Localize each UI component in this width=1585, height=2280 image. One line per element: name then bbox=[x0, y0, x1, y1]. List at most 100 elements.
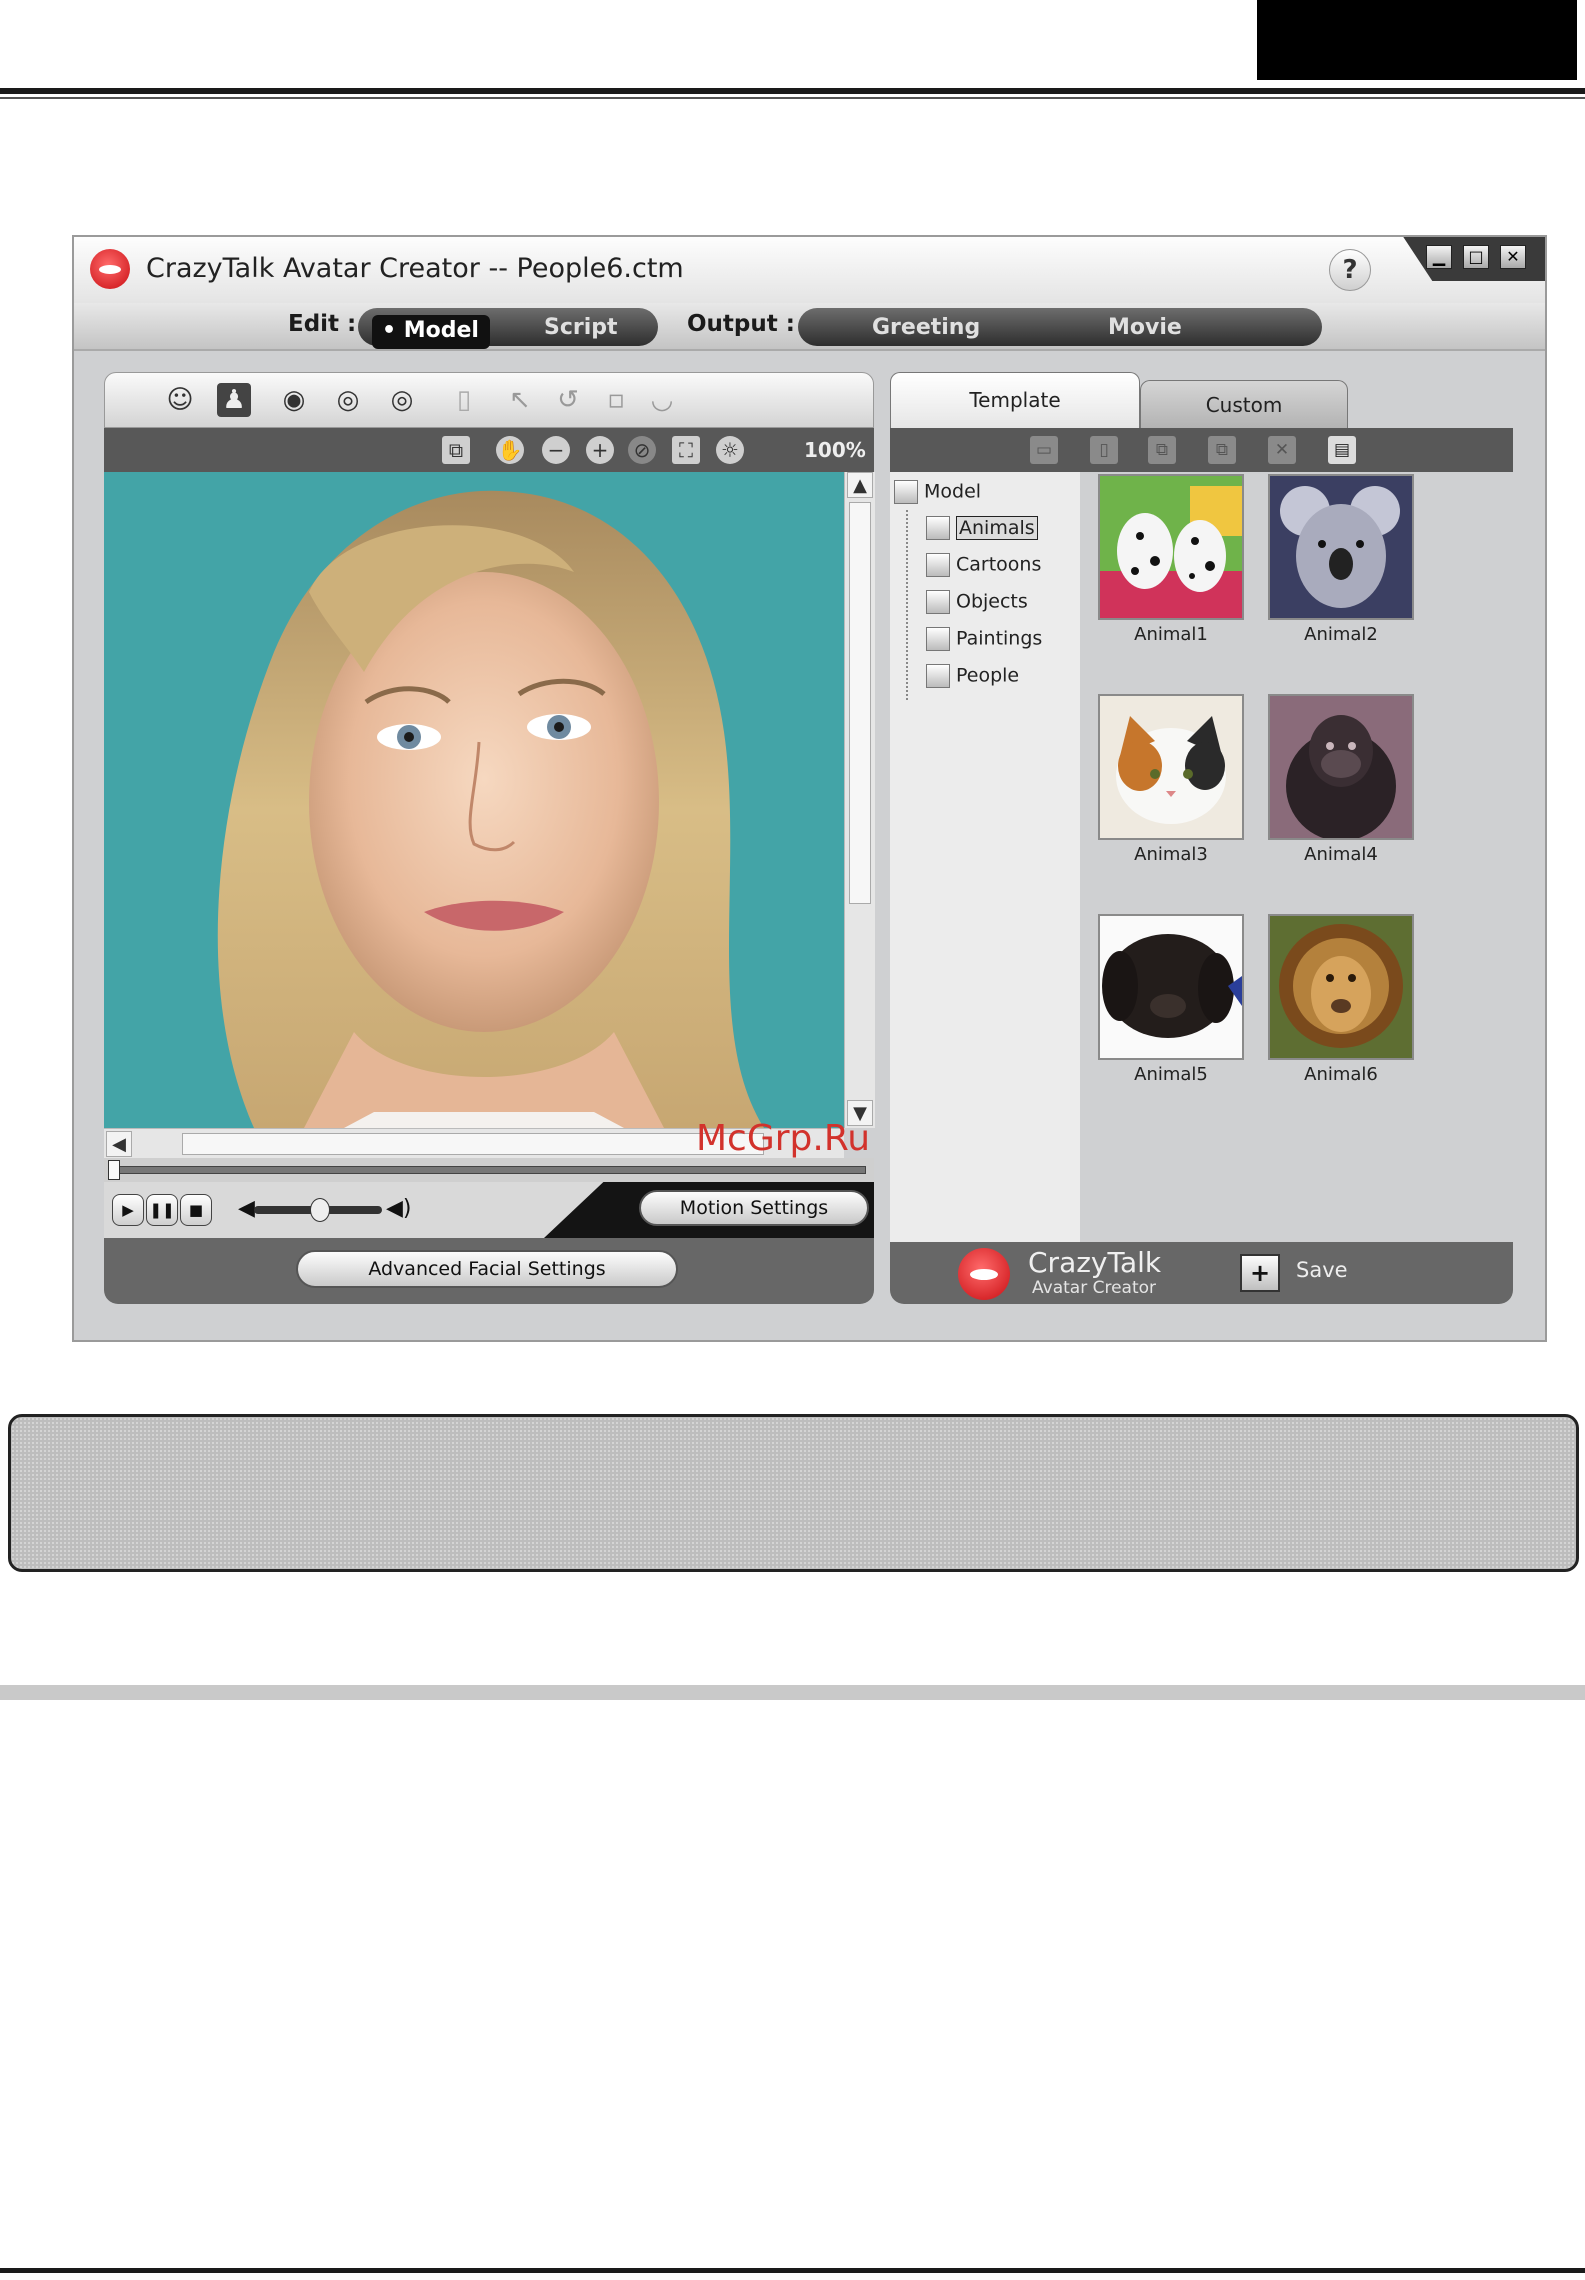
tree-item-label: People bbox=[956, 664, 1020, 687]
scroll-left-icon[interactable]: ◀ bbox=[106, 1131, 132, 1157]
tree-item-people[interactable]: People bbox=[926, 664, 1019, 688]
library-toolbar: ▭ ▯ ⧉ ⧉ ✕ ▤ bbox=[890, 428, 1513, 472]
zoom-in-icon[interactable]: + bbox=[586, 436, 614, 464]
header-rule bbox=[0, 88, 1585, 94]
actual-size-icon[interactable]: ☼ bbox=[716, 436, 744, 464]
page-icon[interactable]: ▯ bbox=[447, 383, 481, 417]
delete-icon[interactable]: ✕ bbox=[1268, 436, 1296, 464]
zoom-out-icon[interactable]: − bbox=[542, 436, 570, 464]
folder-icon bbox=[926, 590, 950, 614]
motion-settings-button[interactable]: Motion Settings bbox=[639, 1190, 869, 1226]
thumbnail-animal5[interactable] bbox=[1098, 914, 1244, 1060]
rotate-icon[interactable]: ↺ bbox=[551, 383, 585, 417]
thumbnail-label: Animal4 bbox=[1304, 844, 1378, 865]
mouth-icon[interactable]: ◡ bbox=[645, 383, 679, 417]
right-panel-footer: CrazyTalk Avatar Creator + Save bbox=[890, 1242, 1513, 1304]
close-button[interactable]: ✕ bbox=[1500, 245, 1526, 269]
volume-high-icon: ◀) bbox=[386, 1196, 412, 1221]
portrait-image bbox=[104, 472, 844, 1128]
tree-item-label: Animals bbox=[956, 515, 1038, 540]
save-button[interactable]: Save bbox=[1296, 1258, 1348, 1282]
thumbnail-label: Animal2 bbox=[1304, 624, 1378, 645]
thumbnail-animal3[interactable] bbox=[1098, 694, 1244, 840]
pointer-icon[interactable]: ↖ bbox=[503, 383, 537, 417]
thumbnail-animal1[interactable] bbox=[1098, 474, 1244, 620]
fit-window-icon[interactable]: ⧉ bbox=[442, 436, 470, 464]
window-title: CrazyTalk Avatar Creator -- People6.ctm bbox=[146, 253, 684, 284]
eye-icon[interactable]: ◉ bbox=[277, 383, 311, 417]
volume-knob[interactable] bbox=[310, 1198, 330, 1222]
folder-icon bbox=[926, 664, 950, 688]
title-bar: CrazyTalk Avatar Creator -- People6.ctm … bbox=[74, 237, 1545, 303]
timeline-knob[interactable] bbox=[108, 1160, 120, 1180]
maximize-button[interactable]: □ bbox=[1463, 245, 1489, 269]
play-button[interactable]: ▶ bbox=[112, 1194, 144, 1226]
view-mode-icon[interactable]: ▤ bbox=[1328, 436, 1356, 464]
timeline-track[interactable] bbox=[114, 1166, 866, 1174]
left-panel-footer: Advanced Facial Settings bbox=[104, 1238, 874, 1304]
thumbnail-label: Animal1 bbox=[1134, 624, 1208, 645]
output-label: Output : bbox=[687, 311, 795, 337]
model-photo[interactable] bbox=[104, 472, 844, 1128]
tab-custom[interactable]: Custom bbox=[1140, 380, 1348, 428]
tree-item-paintings[interactable]: Paintings bbox=[926, 627, 1042, 651]
zoom-toolbar: ⧉ ✋ − + ⊘ ⛶ ☼ 100% bbox=[104, 428, 874, 472]
thumbnail-label: Animal6 bbox=[1304, 1064, 1378, 1085]
mask-icon[interactable]: ▫ bbox=[599, 383, 633, 417]
tree-item-animals[interactable]: Animals bbox=[926, 515, 1038, 540]
dalmatians-image bbox=[1100, 476, 1242, 618]
horizontal-scroll-thumb[interactable] bbox=[182, 1133, 764, 1155]
eye-detail-icon[interactable]: ◎ bbox=[331, 383, 365, 417]
model-button[interactable]: • Model bbox=[372, 315, 490, 349]
vertical-scroll-thumb[interactable] bbox=[849, 502, 871, 904]
fit-image-icon[interactable]: ⛶ bbox=[672, 436, 700, 464]
crazytalk-logo-icon bbox=[958, 1248, 1010, 1300]
category-tree: Model Animals Cartoons Objects Paintings… bbox=[890, 472, 1080, 1242]
edit-mode-group: • Model Script bbox=[358, 308, 658, 349]
advanced-facial-settings-button[interactable]: Advanced Facial Settings bbox=[296, 1250, 678, 1288]
tree-connector bbox=[906, 510, 910, 700]
reset-zoom-icon[interactable]: ⊘ bbox=[628, 436, 656, 464]
greeting-button[interactable]: Greeting bbox=[872, 315, 980, 340]
template-grid: Animal1 Animal2 Animal3 Animal4 Animal5 … bbox=[1080, 472, 1513, 1242]
copy-icon[interactable]: ⧉ bbox=[1148, 436, 1176, 464]
paste-icon[interactable]: ⧉ bbox=[1208, 436, 1236, 464]
stop-button[interactable]: ■ bbox=[180, 1194, 212, 1226]
watermark-text: McGrp.Ru bbox=[696, 1118, 871, 1159]
eye-lash-icon[interactable]: ◎ bbox=[385, 383, 419, 417]
movie-button[interactable]: Movie bbox=[1108, 315, 1182, 340]
scroll-up-icon[interactable]: ▲ bbox=[847, 472, 873, 498]
tree-item-cartoons[interactable]: Cartoons bbox=[926, 553, 1041, 577]
calico-cat-image bbox=[1100, 696, 1242, 838]
thumbnail-animal2[interactable] bbox=[1268, 474, 1414, 620]
pause-button[interactable]: ❚❚ bbox=[146, 1194, 178, 1226]
folder-icon bbox=[926, 627, 950, 651]
thumbnail-label: Animal3 bbox=[1134, 844, 1208, 865]
section-divider bbox=[0, 1685, 1585, 1700]
help-button[interactable]: ? bbox=[1329, 249, 1371, 291]
minimize-button[interactable]: ▁ bbox=[1426, 245, 1452, 269]
save-icon[interactable]: + bbox=[1240, 1254, 1280, 1292]
script-button[interactable]: Script bbox=[544, 315, 618, 340]
tab-template[interactable]: Template bbox=[890, 372, 1140, 428]
zoom-level: 100% bbox=[804, 438, 866, 462]
tree-root[interactable]: Model bbox=[894, 480, 981, 504]
fitting-toolbar: ☺ ♟ ◉ ◎ ◎ ▯ ↖ ↺ ▫ ◡ bbox=[104, 372, 874, 428]
gorilla-image bbox=[1270, 696, 1412, 838]
open-folder-icon[interactable]: ▭ bbox=[1030, 436, 1058, 464]
page-corner-tab bbox=[1257, 0, 1577, 80]
face-fit-icon[interactable]: ☺ bbox=[163, 383, 197, 417]
tree-item-label: Cartoons bbox=[956, 553, 1042, 576]
note-box bbox=[8, 1414, 1579, 1572]
thumbnail-label: Animal5 bbox=[1134, 1064, 1208, 1085]
playback-controls: ▶ ❚❚ ■ ◀ ◀) Motion Settings bbox=[104, 1182, 874, 1238]
vertical-scrollbar[interactable]: ▲ ▼ bbox=[844, 472, 875, 1128]
thumbnail-animal6[interactable] bbox=[1268, 914, 1414, 1060]
tree-item-objects[interactable]: Objects bbox=[926, 590, 1028, 614]
hand-pan-icon[interactable]: ✋ bbox=[496, 436, 524, 464]
thumbnail-animal4[interactable] bbox=[1268, 694, 1414, 840]
header-rule-thin bbox=[0, 97, 1585, 99]
profile-mask-icon[interactable]: ♟ bbox=[217, 383, 251, 417]
new-file-icon[interactable]: ▯ bbox=[1090, 436, 1118, 464]
preview-panel: ☺ ♟ ◉ ◎ ◎ ▯ ↖ ↺ ▫ ◡ ⧉ ✋ − + ⊘ ⛶ ☼ 100% ▲… bbox=[104, 372, 875, 1304]
